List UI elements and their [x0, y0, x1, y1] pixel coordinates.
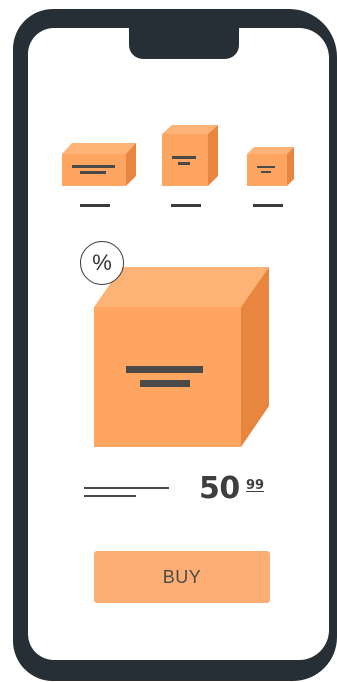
- price-value: 50: [199, 471, 240, 506]
- price-cents: 99: [246, 478, 265, 493]
- box-front: [247, 154, 287, 186]
- box-label-line: [172, 156, 196, 159]
- box-front: [162, 134, 208, 186]
- buy-button[interactable]: BUY: [94, 551, 270, 603]
- box-label-line: [261, 171, 271, 173]
- thumbnail-3-caption-line: [253, 204, 283, 207]
- product-desc-placeholder-line: [84, 495, 136, 497]
- box-top: [247, 147, 294, 154]
- box-top: [62, 143, 136, 154]
- product-thumbnail-2[interactable]: [162, 125, 218, 186]
- discount-badge[interactable]: %: [80, 241, 124, 285]
- thumbnail-2-caption-line: [171, 204, 201, 207]
- box-front: [94, 307, 241, 447]
- box-side: [208, 125, 218, 186]
- box-label-line: [178, 162, 190, 165]
- product-thumbnail-1[interactable]: [62, 143, 136, 186]
- box-label-line: [257, 166, 275, 168]
- selected-product-box: [94, 267, 269, 447]
- box-label-line: [80, 171, 106, 174]
- product-name-placeholder-line: [84, 487, 169, 489]
- box-label-line: [140, 380, 190, 387]
- product-thumbnail-3[interactable]: [247, 147, 294, 186]
- box-front: [62, 154, 126, 186]
- box-label-line: [72, 165, 115, 168]
- box-label-line: [126, 366, 203, 373]
- thumbnail-1-caption-line: [80, 204, 110, 207]
- percent-icon: %: [92, 250, 112, 275]
